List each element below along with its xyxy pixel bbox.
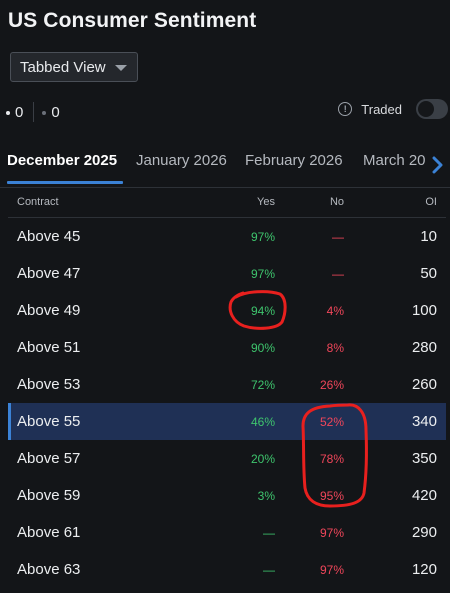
no-price[interactable]: 52% [320,413,344,431]
no-price[interactable]: 97% [320,524,344,542]
view-select-dropdown[interactable]: Tabbed View [10,52,138,82]
page-title: US Consumer Sentiment [8,9,257,32]
table-row[interactable]: Above 53 72% 26% 260 [8,366,446,403]
chevron-down-icon [115,65,127,71]
yes-price[interactable]: — [263,524,275,542]
yes-price[interactable]: — [263,561,275,579]
active-tab-indicator [7,181,123,184]
counter-value: 0 [15,103,24,121]
open-interest: 50 [420,265,437,282]
no-price[interactable]: 4% [327,302,344,320]
open-interest: 260 [411,376,437,393]
table-row[interactable]: Above 45 97% — 10 [8,218,446,255]
yes-price[interactable]: 46% [251,413,275,431]
table-row[interactable]: Above 59 3% 95% 420 [8,477,446,514]
table-row[interactable]: Above 51 90% 8% 280 [8,329,446,366]
no-price[interactable]: 26% [320,376,344,394]
column-header-yes: Yes [257,196,275,208]
traded-label: Traded [361,101,402,117]
open-interest: 100 [411,302,437,319]
chevron-right-icon [432,156,443,174]
contract-name: Above 49 [17,302,81,319]
table-header-row: Contract Yes No OI [8,188,446,218]
no-price[interactable]: 8% [327,339,344,357]
table-row[interactable]: Above 57 20% 78% 350 [8,440,446,477]
no-price[interactable]: — [332,228,344,246]
contract-name: Above 51 [17,339,81,356]
contract-name: Above 59 [17,487,81,504]
column-header-oi: OI [425,196,437,208]
view-select-value: Tabbed View [20,58,106,76]
contract-name: Above 45 [17,228,81,245]
month-tabs: December 2025 January 2026 February 2026… [0,150,450,188]
yes-price[interactable]: 3% [258,487,275,505]
counter-dot-icon [6,110,10,115]
open-interest: 10 [420,228,437,245]
no-price[interactable]: 97% [320,561,344,579]
open-interest: 350 [411,450,437,467]
contract-name: Above 53 [17,376,81,393]
no-price[interactable]: 95% [320,487,344,505]
contracts-table: Contract Yes No OI Above 45 97% — 10 Abo… [8,188,446,588]
yes-price[interactable]: 97% [251,265,275,283]
tab-december-2025[interactable]: December 2025 [7,152,117,169]
yes-price[interactable]: 97% [251,228,275,246]
divider [33,102,35,122]
table-row[interactable]: Above 63 — 97% 120 [8,551,446,588]
table-row[interactable]: Above 61 — 97% 290 [8,514,446,551]
counter-dot-icon [42,110,47,115]
table-row[interactable]: Above 49 94% 4% 100 [8,292,446,329]
tab-february-2026[interactable]: February 2026 [245,152,343,169]
yes-price[interactable]: 90% [251,339,275,357]
counter-value: 0 [51,103,60,121]
toggle-knob [418,101,434,117]
tab-january-2026[interactable]: January 2026 [136,152,227,169]
no-price[interactable]: 78% [320,450,344,468]
contract-name: Above 63 [17,561,81,578]
column-header-contract: Contract [17,196,59,208]
contract-name: Above 57 [17,450,81,467]
yes-price[interactable]: 72% [251,376,275,394]
open-interest: 340 [411,413,437,430]
position-counters: 0 0 [6,102,60,122]
open-interest: 280 [411,339,437,356]
yes-price[interactable]: 20% [251,450,275,468]
no-price[interactable]: — [332,265,344,283]
contract-name: Above 55 [17,413,81,430]
open-interest: 290 [411,524,437,541]
info-icon[interactable]: ! [338,102,353,116]
column-header-no: No [329,196,344,208]
open-interest: 120 [411,561,437,578]
open-interest: 420 [411,487,437,504]
traded-filter: ! Traded [338,99,448,119]
table-row[interactable]: Above 47 97% — 50 [8,255,446,292]
traded-toggle[interactable] [416,99,448,119]
tabs-scroll-right-button[interactable] [426,150,450,180]
contract-name: Above 47 [17,265,81,282]
yes-price[interactable]: 94% [251,302,275,320]
contract-name: Above 61 [17,524,81,541]
table-row-selected[interactable]: Above 55 46% 52% 340 [8,403,446,440]
